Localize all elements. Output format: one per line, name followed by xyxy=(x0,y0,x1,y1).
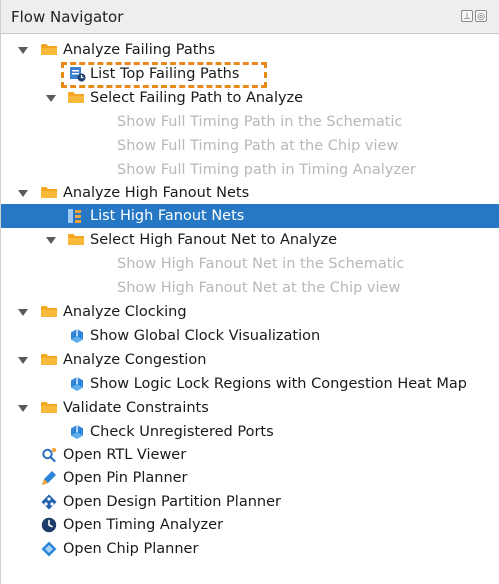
tree-item-label: Analyze Clocking xyxy=(63,304,187,320)
chip-view-icon xyxy=(71,425,83,439)
tree-item-label: Show Full Timing Path at the Chip view xyxy=(117,138,399,154)
chevron-down-icon[interactable] xyxy=(18,405,28,412)
chip-view-icon xyxy=(71,377,83,391)
folder-icon xyxy=(68,234,84,245)
tree-item-analyze-high-fanout[interactable]: Analyze High Fanout Nets xyxy=(1,181,499,205)
tree-item-label: Open Chip Planner xyxy=(63,541,199,557)
tree-item-open-timing-analyzer[interactable]: Open Timing Analyzer xyxy=(1,513,499,537)
tree-item-label: Analyze Congestion xyxy=(63,352,207,368)
tree-item-open-pin-planner[interactable]: Open Pin Planner xyxy=(1,466,499,490)
chip-planner-icon xyxy=(41,541,57,557)
tree-item-open-design-partition[interactable]: Open Design Partition Planner xyxy=(1,490,499,514)
chevron-down-icon[interactable] xyxy=(18,47,28,54)
chevron-down-icon[interactable] xyxy=(18,309,28,316)
tree-item-show-fanout-chip: Show High Fanout Net at the Chip view xyxy=(1,276,499,300)
chevron-down-icon[interactable] xyxy=(46,95,56,102)
tree-item-label: Analyze Failing Paths xyxy=(63,42,216,58)
tree-item-open-chip-planner[interactable]: Open Chip Planner xyxy=(1,537,499,561)
clock-icon xyxy=(41,517,57,533)
tree-item-label: Open RTL Viewer xyxy=(63,447,187,463)
tree-item-label: Validate Constraints xyxy=(63,400,209,416)
pin-planner-icon xyxy=(42,471,56,485)
folder-icon xyxy=(41,187,57,198)
partition-planner-icon xyxy=(41,494,57,510)
tree-item-list-high-fanout[interactable]: List High Fanout Nets xyxy=(1,204,499,228)
pin-icon[interactable]: ⊥ xyxy=(461,10,473,22)
tree-item-show-logic-lock[interactable]: Show Logic Lock Regions with Congestion … xyxy=(1,372,499,396)
tree-item-label: Show High Fanout Net at the Chip view xyxy=(117,280,401,296)
tree-item-label: Open Design Partition Planner xyxy=(63,494,281,510)
panel-titlebar: Flow Navigator ⊥ ◎ xyxy=(1,0,499,34)
folder-icon xyxy=(41,354,57,365)
highlight-box xyxy=(61,62,267,88)
tree-item-analyze-congestion[interactable]: Analyze Congestion xyxy=(1,348,499,372)
tree-item-label: Open Pin Planner xyxy=(63,470,188,486)
chevron-down-icon[interactable] xyxy=(46,237,56,244)
tree-item-label: Check Unregistered Ports xyxy=(90,424,274,440)
tree-item-label: Show Global Clock Visualization xyxy=(90,328,321,344)
float-icon[interactable]: ◎ xyxy=(475,10,487,22)
tree-item-analyze-failing-paths[interactable]: Analyze Failing Paths xyxy=(1,38,499,62)
tree-item-validate-constraints[interactable]: Validate Constraints xyxy=(1,396,499,420)
panel-title: Flow Navigator xyxy=(11,8,124,26)
folder-icon xyxy=(41,402,57,413)
tree-item-show-global-clock[interactable]: Show Global Clock Visualization xyxy=(1,324,499,348)
tree-item-select-failing-path[interactable]: Select Failing Path to Analyze xyxy=(1,86,499,110)
folder-icon xyxy=(41,306,57,317)
tree-item-label: Open Timing Analyzer xyxy=(63,517,224,533)
chip-view-icon xyxy=(71,329,83,343)
tree-item-show-fanout-schematic: Show High Fanout Net in the Schematic xyxy=(1,252,499,276)
folder-icon xyxy=(41,44,57,55)
tree-item-label: Show High Fanout Net in the Schematic xyxy=(117,256,405,272)
tree-item-open-rtl-viewer[interactable]: Open RTL Viewer xyxy=(1,443,499,467)
chevron-down-icon[interactable] xyxy=(18,190,28,197)
tree-item-show-full-timing-schematic: Show Full Timing Path in the Schematic xyxy=(1,110,499,134)
titlebar-icons: ⊥ ◎ xyxy=(461,10,487,22)
tree-item-label: Select Failing Path to Analyze xyxy=(90,90,304,106)
tree-item-show-full-timing-chip: Show Full Timing Path at the Chip view xyxy=(1,134,499,158)
tree-item-label: Show Full Timing Path in the Schematic xyxy=(117,114,403,130)
tree-item-select-high-fanout[interactable]: Select High Fanout Net to Analyze xyxy=(1,228,499,252)
tree-item-label: Show Full Timing path in Timing Analyzer xyxy=(117,162,416,178)
tree-item-label: Show Logic Lock Regions with Congestion … xyxy=(90,376,467,392)
tree-item-label: List High Fanout Nets xyxy=(90,208,245,224)
tree-item-show-full-timing-analyzer: Show Full Timing path in Timing Analyzer xyxy=(1,158,499,182)
rtl-viewer-icon xyxy=(42,447,57,463)
fanout-report-icon xyxy=(68,209,81,223)
folder-icon xyxy=(68,92,84,103)
flow-navigator-panel: Flow Navigator ⊥ ◎ Analyze Failing Paths… xyxy=(0,0,499,584)
tree-item-analyze-clocking[interactable]: Analyze Clocking xyxy=(1,300,499,324)
tree-item-label: Analyze High Fanout Nets xyxy=(63,185,250,201)
tree-item-check-unregistered[interactable]: Check Unregistered Ports xyxy=(1,420,499,444)
chevron-down-icon[interactable] xyxy=(18,357,28,364)
tree-item-label: Select High Fanout Net to Analyze xyxy=(90,232,338,248)
